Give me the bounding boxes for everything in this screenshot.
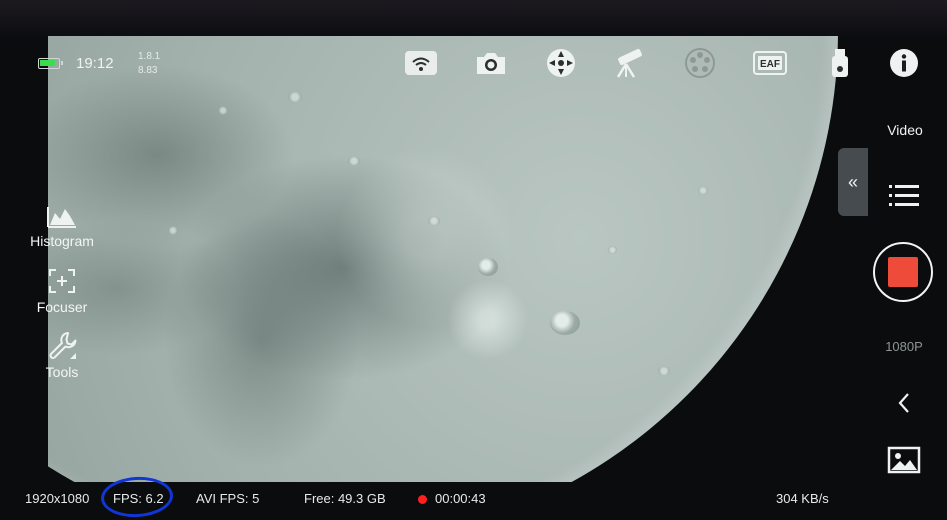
crater <box>608 246 617 254</box>
eaf-icon: EAF <box>753 51 787 75</box>
wifi-button[interactable] <box>403 47 439 79</box>
recording-time: 00:00:43 <box>435 491 486 506</box>
version-info: 1.8.1 8.83 <box>138 50 160 78</box>
mount-control-button[interactable] <box>543 47 579 79</box>
sidebar-item-label: Histogram <box>30 233 94 249</box>
video-resolution-label[interactable]: 1080P <box>878 339 930 354</box>
avi-fps-readout: AVI FPS: 5 <box>196 491 260 506</box>
image-gallery-icon <box>887 446 921 474</box>
crater <box>288 91 302 103</box>
crater <box>348 156 360 166</box>
filter-wheel-button[interactable] <box>682 47 718 79</box>
sidebar-item-focuser[interactable]: Focuser <box>17 267 107 315</box>
crater <box>218 106 228 115</box>
back-button[interactable] <box>896 392 912 419</box>
chevron-left-icon <box>898 393 909 413</box>
clock: 19:12 <box>76 55 114 72</box>
list-menu-icon <box>889 185 919 206</box>
mode-label[interactable]: Video <box>880 122 930 138</box>
stop-icon <box>888 257 918 287</box>
sidebar-item-label: Focuser <box>36 299 88 315</box>
sidebar-item-histogram[interactable]: Histogram <box>17 203 107 249</box>
eaf-label: EAF <box>760 59 780 70</box>
crater <box>478 258 498 276</box>
crater <box>698 186 708 195</box>
chevron-double-left-icon: « <box>847 171 858 192</box>
battery-icon <box>38 58 63 69</box>
free-space-readout: Free: 49.3 GB <box>304 491 386 506</box>
wifi-icon <box>405 51 437 75</box>
eaf-button[interactable]: EAF <box>752 47 788 79</box>
crater <box>168 226 178 235</box>
mount-control-icon <box>547 49 575 77</box>
usb-drive-icon <box>832 49 848 77</box>
list-menu-button[interactable] <box>888 183 920 214</box>
record-button[interactable] <box>873 242 933 302</box>
camera-icon <box>477 53 505 74</box>
top-background <box>0 0 947 36</box>
sidebar-item-tools[interactable]: Tools <box>17 330 107 380</box>
collapse-panel-button[interactable]: « <box>838 148 868 216</box>
transfer-rate: 304 KB/s <box>776 491 829 506</box>
info-icon <box>890 49 918 77</box>
wrench-icon <box>49 332 77 359</box>
filter-wheel-icon <box>685 48 715 78</box>
resolution-readout: 1920x1080 <box>25 491 90 506</box>
recording-indicator <box>418 495 427 504</box>
moon-image <box>48 36 838 482</box>
telescope-icon <box>616 48 642 78</box>
crater <box>658 366 670 376</box>
version-line-1: 1.8.1 <box>138 51 161 62</box>
telescope-button[interactable] <box>610 47 646 79</box>
focuser-icon <box>49 269 75 293</box>
usb-drive-button[interactable] <box>822 47 858 79</box>
camera-button[interactable] <box>473 47 509 79</box>
crater <box>428 216 440 226</box>
live-view-image[interactable] <box>48 36 868 482</box>
info-button[interactable] <box>886 47 922 79</box>
histogram-icon <box>47 207 76 228</box>
left-sidebar <box>0 36 48 482</box>
gallery-button[interactable] <box>887 446 921 479</box>
version-line-2: 8.83 <box>138 65 158 76</box>
crater <box>550 311 580 335</box>
sidebar-item-label: Tools <box>45 364 79 380</box>
